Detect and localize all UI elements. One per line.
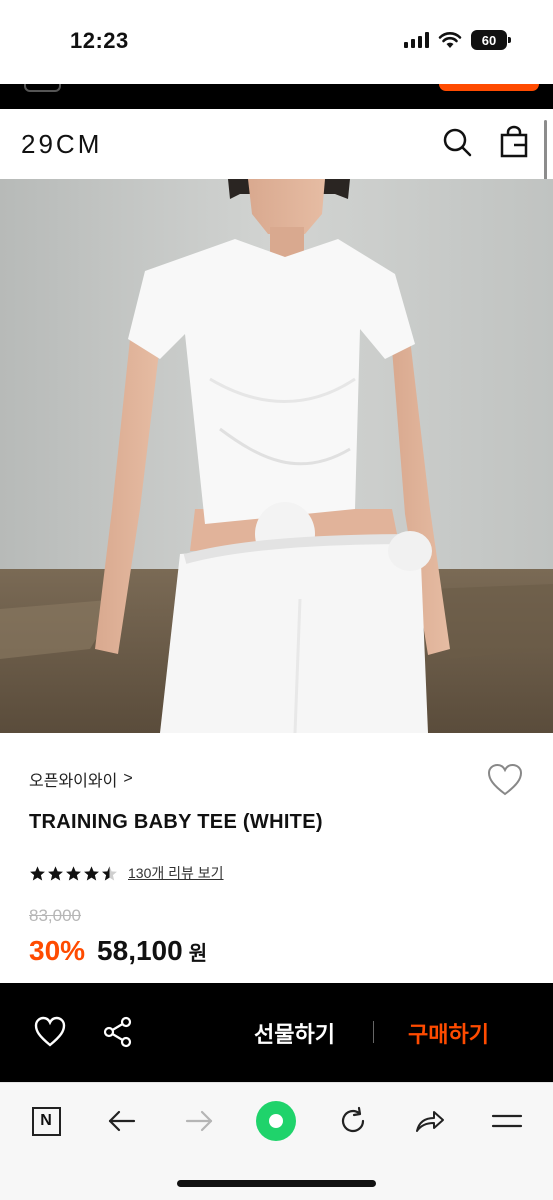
star-icon bbox=[84, 865, 99, 880]
chevron-right-icon: > bbox=[123, 770, 133, 787]
product-title: TRAINING BABY TEE (WHITE) bbox=[29, 811, 323, 833]
share-icon[interactable] bbox=[101, 1015, 135, 1049]
brand-link[interactable]: 오픈와이와이 > bbox=[29, 767, 133, 791]
status-time: 12:23 bbox=[70, 28, 129, 53]
discount-rate: 30% bbox=[29, 935, 86, 966]
review-link[interactable]: 130개 리뷰 보기 bbox=[128, 863, 224, 883]
search-icon[interactable] bbox=[440, 125, 474, 159]
brand-name: 오픈와이와이 bbox=[29, 773, 118, 790]
back-button[interactable] bbox=[102, 1101, 142, 1141]
purchase-bar: 선물하기 구매하기 bbox=[0, 983, 553, 1082]
green-dot-icon bbox=[256, 1101, 296, 1141]
app-header: 29CM bbox=[0, 109, 553, 179]
forward-button[interactable] bbox=[179, 1101, 219, 1141]
star-icon bbox=[48, 865, 63, 880]
menu-icon bbox=[491, 1114, 523, 1128]
price-row: 30% 58,100 원 bbox=[29, 935, 207, 967]
shopping-bag-icon[interactable] bbox=[497, 125, 531, 159]
currency: 원 bbox=[188, 943, 208, 965]
product-info: 오픈와이와이 > TRAINING BABY TEE (WHITE) 130개 … bbox=[0, 733, 553, 983]
browser-toolbar: N bbox=[0, 1082, 553, 1200]
original-price: 83,000 bbox=[29, 906, 81, 925]
arrow-left-icon bbox=[108, 1110, 136, 1132]
status-icons: 60 bbox=[404, 30, 511, 50]
divider bbox=[373, 1021, 374, 1043]
rating-row: 130개 리뷰 보기 bbox=[29, 863, 224, 883]
heart-icon[interactable] bbox=[487, 763, 523, 797]
gift-button[interactable]: 선물하기 bbox=[254, 1017, 335, 1049]
sale-price: 58,100 bbox=[97, 935, 183, 966]
cellular-signal-icon bbox=[404, 32, 429, 48]
refresh-button[interactable] bbox=[333, 1101, 373, 1141]
forward-share-icon bbox=[416, 1111, 444, 1132]
home-indicator[interactable] bbox=[177, 1180, 376, 1187]
star-icon bbox=[30, 865, 45, 880]
battery-level: 60 bbox=[481, 32, 497, 48]
naver-home-button[interactable]: N bbox=[26, 1101, 66, 1141]
previous-page-strip bbox=[0, 84, 553, 109]
share-page-button[interactable] bbox=[410, 1101, 450, 1141]
logo[interactable]: 29CM bbox=[21, 129, 102, 160]
product-photo bbox=[0, 179, 553, 733]
naver-n-icon: N bbox=[31, 1106, 61, 1136]
wifi-icon bbox=[438, 32, 462, 48]
status-bar: 12:23 60 bbox=[0, 0, 553, 84]
strip-orange-button bbox=[439, 84, 539, 91]
buy-button[interactable]: 구매하기 bbox=[408, 1017, 489, 1049]
strip-left-shape bbox=[24, 84, 61, 92]
product-image[interactable] bbox=[0, 179, 553, 733]
star-icon bbox=[66, 865, 81, 880]
battery-icon: 60 bbox=[471, 30, 511, 50]
green-dot-button[interactable] bbox=[256, 1101, 296, 1141]
star-rating bbox=[29, 865, 118, 882]
half-star-icon bbox=[102, 865, 117, 880]
arrow-right-icon bbox=[185, 1110, 213, 1132]
refresh-icon bbox=[341, 1106, 365, 1133]
menu-button[interactable] bbox=[487, 1101, 527, 1141]
heart-icon[interactable] bbox=[33, 1015, 67, 1049]
